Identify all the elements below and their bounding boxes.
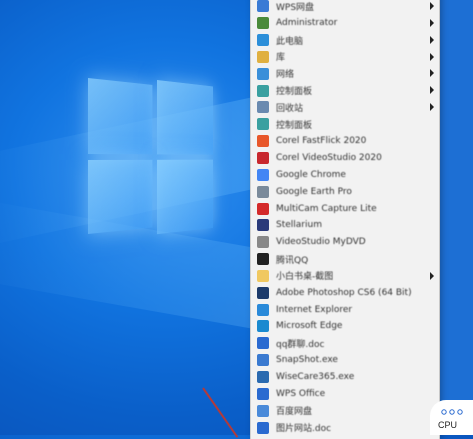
- menu-item[interactable]: VideoStudio MyDVD: [251, 234, 439, 251]
- menu-item[interactable]: 百度网盘: [251, 402, 439, 419]
- menu-item-label: WiseCare365.exe: [276, 371, 355, 382]
- menu-item-label: 腾讯QQ: [276, 255, 309, 266]
- menu-item[interactable]: 回收站: [251, 99, 439, 116]
- menu-item[interactable]: 腾讯QQ: [251, 251, 439, 268]
- doc-icon: [257, 421, 269, 434]
- recycle-bin-icon: [257, 101, 269, 114]
- windows-logo: [88, 78, 213, 238]
- folder-icon: [257, 269, 269, 282]
- menu-item[interactable]: 图片网站.doc: [251, 419, 439, 436]
- mydvd-icon: [257, 236, 269, 249]
- wisecare-icon: [257, 370, 269, 383]
- menu-item-list: WPS网盘 Administrator 此电脑库网络 控制面板 回收站 控制面板 Corel…: [251, 0, 439, 436]
- submenu-arrow-icon: [430, 35, 434, 44]
- menu-item[interactable]: SnapShot.exe: [251, 352, 439, 369]
- computer-icon: [257, 34, 269, 47]
- menu-item[interactable]: MultiCam Capture Lite: [251, 200, 439, 217]
- menu-item[interactable]: Stellarium: [251, 217, 439, 234]
- submenu-arrow-icon: [430, 271, 434, 280]
- menu-item[interactable]: qq群聊.doc: [251, 335, 439, 352]
- menu-item[interactable]: 小白书桌-截图: [251, 268, 439, 285]
- menu-item[interactable]: Google Earth Pro: [251, 183, 439, 200]
- library-icon: [257, 50, 269, 63]
- menu-item-label: Google Chrome: [276, 169, 346, 180]
- menu-item-label: 网络: [276, 70, 295, 81]
- menu-item-label: SnapShot.exe: [276, 355, 338, 366]
- menu-item-label: WPS网盘: [276, 2, 315, 13]
- menu-item[interactable]: Corel FastFlick 2020: [251, 133, 439, 150]
- menu-item-label: 控制面板: [276, 87, 313, 98]
- menu-item-label: Microsoft Edge: [276, 321, 343, 332]
- edge-icon: [257, 320, 269, 333]
- submenu-arrow-icon: [430, 103, 434, 112]
- menu-item-label: 百度网盘: [276, 407, 313, 418]
- menu-item-label: Administrator: [276, 18, 338, 29]
- wps-icon: [257, 387, 269, 400]
- photoshop-icon: [257, 286, 269, 299]
- menu-item[interactable]: WPS网盘: [251, 0, 439, 15]
- menu-item-label: 控制面板: [276, 120, 313, 131]
- menu-item[interactable]: Microsoft Edge: [251, 318, 439, 335]
- menu-item[interactable]: Adobe Photoshop CS6 (64 Bit): [251, 284, 439, 301]
- menu-item[interactable]: 库: [251, 49, 439, 66]
- menu-item-label: Google Earth Pro: [276, 186, 352, 197]
- menu-item-label: Internet Explorer: [276, 304, 353, 315]
- menu-item[interactable]: WiseCare365.exe: [251, 369, 439, 386]
- menu-item[interactable]: Google Chrome: [251, 166, 439, 183]
- cpu-label: CPU: [438, 420, 458, 430]
- cloud-icon: [257, 0, 269, 13]
- desktop-edge: [438, 0, 473, 435]
- doc-icon: [257, 337, 269, 350]
- user-icon: [257, 17, 269, 30]
- logo-pane: [156, 79, 213, 155]
- menu-item-label: Stellarium: [276, 220, 322, 231]
- submenu-arrow-icon: [430, 52, 434, 61]
- context-menu: WPS网盘 Administrator 此电脑库网络 控制面板 回收站 控制面板 Corel…: [250, 0, 440, 439]
- menu-item-label: 库: [276, 53, 286, 64]
- chrome-icon: [257, 168, 269, 181]
- menu-item[interactable]: 此电脑: [251, 32, 439, 49]
- baidu-netdisk-icon: [257, 404, 269, 417]
- desktop-wallpaper: [0, 0, 250, 435]
- submenu-arrow-icon: [430, 18, 434, 27]
- menu-item[interactable]: WPS Office: [251, 385, 439, 402]
- network-icon: [257, 67, 269, 80]
- logo-pane: [88, 78, 153, 155]
- menu-item[interactable]: 网络: [251, 65, 439, 82]
- logo-pane: [156, 159, 213, 235]
- cpu-graph-icon: [441, 409, 463, 415]
- menu-item-label: Corel VideoStudio 2020: [276, 153, 382, 164]
- control-panel-icon: [257, 118, 269, 131]
- menu-item-label: qq群聊.doc: [276, 339, 325, 350]
- submenu-arrow-icon: [430, 69, 434, 78]
- menu-item-label: VideoStudio MyDVD: [276, 237, 366, 248]
- corel-fastflick-icon: [257, 135, 269, 148]
- submenu-arrow-icon: [430, 86, 434, 95]
- menu-item[interactable]: Internet Explorer: [251, 301, 439, 318]
- ie-icon: [257, 303, 269, 316]
- corel-videostudio-icon: [257, 152, 269, 165]
- multicam-icon: [257, 202, 269, 215]
- menu-item-label: Adobe Photoshop CS6 (64 Bit): [276, 287, 412, 298]
- cpu-widget[interactable]: CPU: [430, 400, 473, 435]
- logo-pane: [88, 159, 153, 234]
- qq-icon: [257, 253, 269, 266]
- stellarium-icon: [257, 219, 269, 232]
- menu-item-label: 图片网站.doc: [276, 424, 332, 435]
- submenu-arrow-icon: [430, 2, 434, 10]
- menu-item[interactable]: 控制面板: [251, 82, 439, 99]
- menu-item-label: 小白书桌-截图: [276, 272, 334, 283]
- menu-item-label: 回收站: [276, 103, 304, 114]
- menu-item-label: MultiCam Capture Lite: [276, 203, 377, 214]
- menu-item-label: WPS Office: [276, 388, 326, 399]
- menu-item-label: 此电脑: [276, 36, 304, 47]
- menu-item[interactable]: Corel VideoStudio 2020: [251, 150, 439, 167]
- menu-item[interactable]: 控制面板: [251, 116, 439, 133]
- control-panel-icon: [257, 84, 269, 97]
- snapshot-icon: [257, 354, 269, 367]
- menu-item-label: Corel FastFlick 2020: [276, 136, 367, 147]
- menu-item[interactable]: Administrator: [251, 15, 439, 32]
- google-earth-icon: [257, 185, 269, 198]
